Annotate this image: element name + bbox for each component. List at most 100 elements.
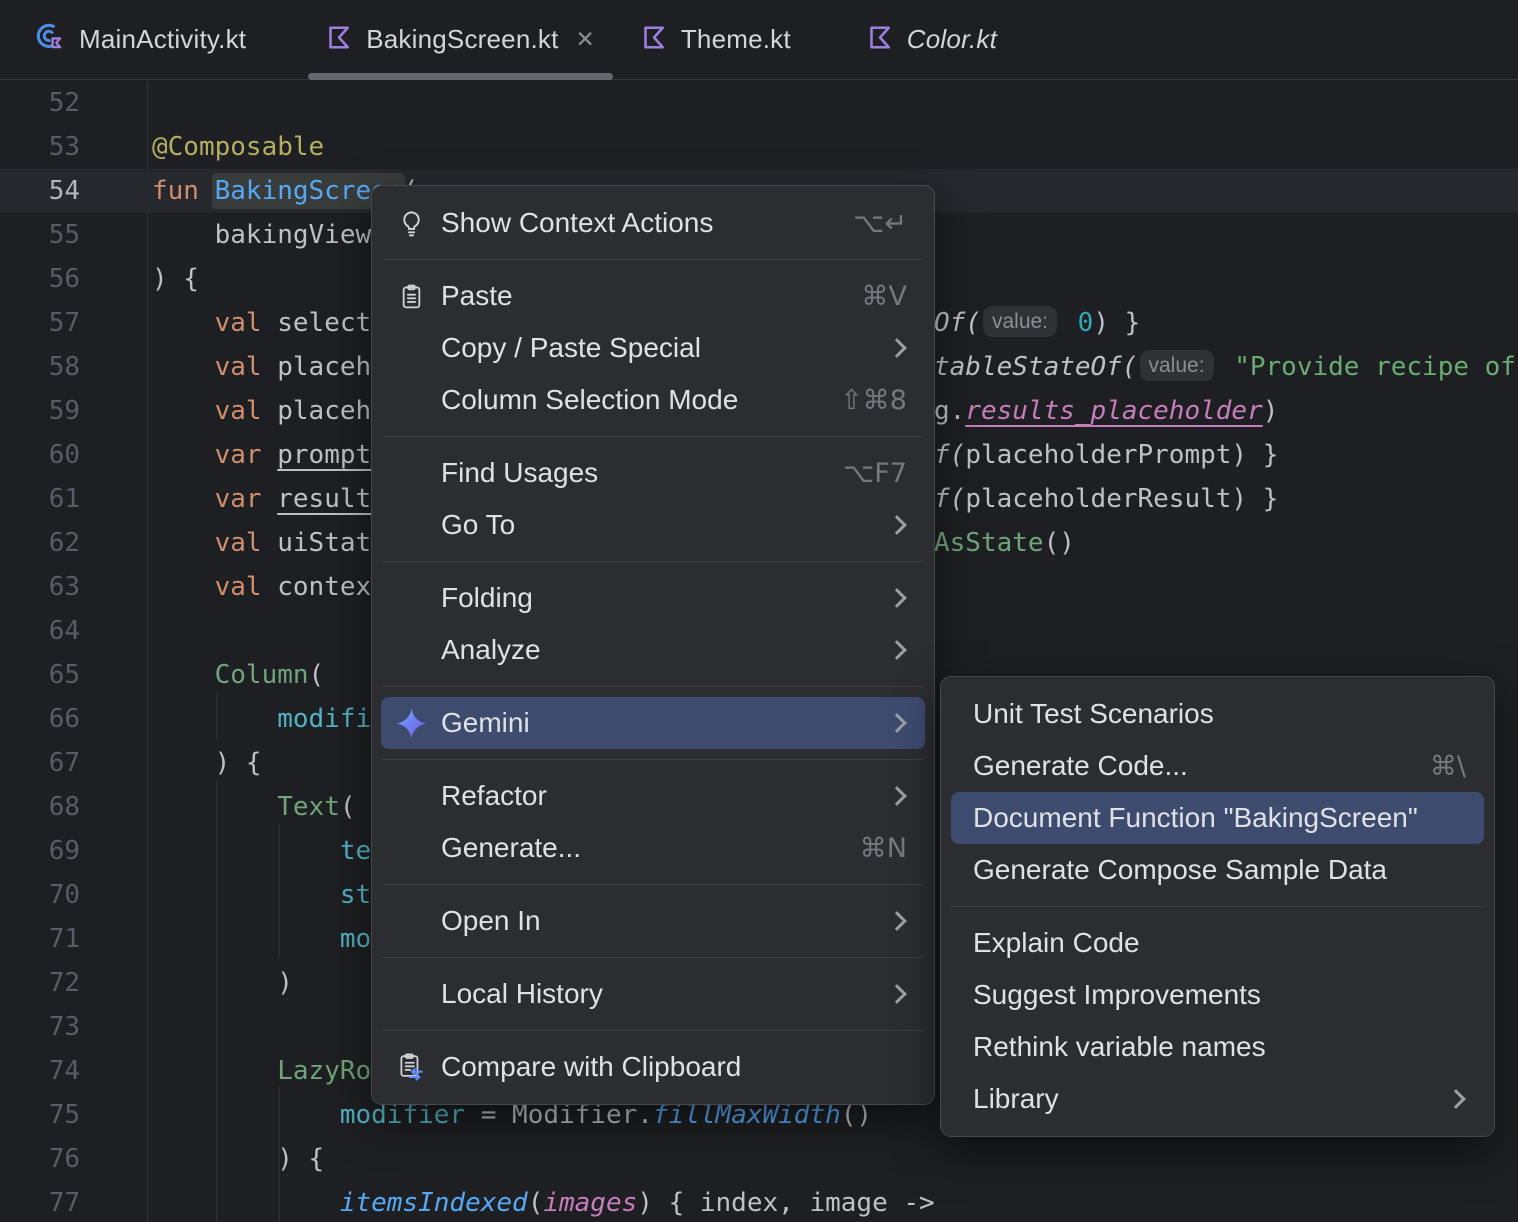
menu-item-open-in[interactable]: Open In xyxy=(381,895,925,947)
code-text[interactable]: val uiStat xyxy=(152,521,372,565)
tab-bakingscreen-kt[interactable]: BakingScreen.kt ✕ xyxy=(306,0,615,80)
menu-item-library[interactable]: Library xyxy=(951,1073,1484,1125)
code-fragment[interactable]: f(placeholderPrompt) } xyxy=(934,433,1278,477)
code-token: f( xyxy=(934,440,966,470)
tab-label: BakingScreen.kt xyxy=(366,24,559,54)
code-fragment[interactable]: AsState() xyxy=(934,521,1075,565)
menu-item-go-to[interactable]: Go To xyxy=(381,499,925,551)
code-text[interactable]: var result xyxy=(152,477,372,521)
menu-item-label: Paste xyxy=(441,280,513,311)
code-fragment[interactable]: g.results_placeholder) xyxy=(934,389,1278,433)
line-number: 63 xyxy=(48,572,80,602)
menu-item-refactor[interactable]: Refactor xyxy=(381,770,925,822)
tab-color-kt[interactable]: Color.kt xyxy=(847,0,1017,79)
menu-item-label: Find Usages xyxy=(441,457,599,488)
code-text[interactable]: val placeh xyxy=(152,345,372,389)
code-fragment[interactable]: tableStateOf(value: "Provide recipe of xyxy=(934,345,1516,389)
code-text[interactable]: bakingView xyxy=(152,213,372,257)
menu-item-find-usages[interactable]: Find Usages ⌥F7 xyxy=(381,447,925,499)
menu-item-show-context-actions[interactable]: Show Context Actions ⌥↵ xyxy=(381,197,925,249)
lightbulb-icon xyxy=(381,208,441,239)
menu-item-unit-test-scenarios[interactable]: Unit Test Scenarios xyxy=(951,688,1484,740)
code-text[interactable]: Text( xyxy=(152,785,355,829)
menu-item-label: Copy / Paste Special xyxy=(441,332,701,363)
code-text[interactable]: te xyxy=(152,829,371,873)
menu-item-paste[interactable]: Paste ⌘V xyxy=(381,270,925,322)
code-text[interactable]: ) { xyxy=(152,741,262,785)
menu-item-generate-code[interactable]: Generate Code... ⌘\ xyxy=(951,740,1484,792)
menu-item-analyze[interactable]: Analyze xyxy=(381,624,925,676)
line-number: 75 xyxy=(48,1100,80,1130)
menu-item-document-function-bakingscreen[interactable]: Document Function "BakingScreen" xyxy=(951,792,1484,844)
submenu-arrow-icon xyxy=(887,588,907,608)
code-token: g. xyxy=(934,396,966,426)
menu-separator xyxy=(382,436,924,437)
code-text[interactable]: @Composable xyxy=(152,125,324,169)
line-number: 65 xyxy=(48,660,80,690)
menu-item-generate[interactable]: Generate... ⌘N xyxy=(381,822,925,874)
code-text[interactable]: val placeh xyxy=(152,389,372,433)
code-fragment[interactable]: Of(value: 0) } xyxy=(934,301,1140,345)
tab-mainactivity-kt[interactable]: MainActivity.kt xyxy=(14,0,266,79)
code-token: ) { xyxy=(152,748,262,778)
code-line[interactable]: 76 ) { xyxy=(0,1137,1518,1181)
menu-item-suggest-improvements[interactable]: Suggest Improvements xyxy=(951,969,1484,1021)
code-text[interactable]: LazyRo xyxy=(152,1049,371,1093)
menu-item-generate-compose-sample-data[interactable]: Generate Compose Sample Data xyxy=(951,844,1484,896)
line-number: 54 xyxy=(48,176,80,206)
code-text[interactable]: st xyxy=(152,873,371,917)
line-number: 57 xyxy=(48,308,80,338)
editor-tab-bar: MainActivity.kt BakingScreen.kt ✕ Theme.kt C… xyxy=(0,0,1518,80)
menu-item-label: Library xyxy=(973,1083,1059,1114)
code-token: placeh xyxy=(277,352,372,382)
menu-shortcut: ⇧⌘8 xyxy=(840,384,907,416)
menu-shortcut: ⌘\ xyxy=(1429,750,1466,782)
code-text[interactable]: itemsIndexed(images) { index, image -> xyxy=(152,1181,935,1222)
menu-item-explain-code[interactable]: Explain Code xyxy=(951,917,1484,969)
code-token: modifi xyxy=(277,704,372,734)
compare-clipboard-icon xyxy=(381,1052,441,1083)
code-text[interactable]: Column( xyxy=(152,653,325,697)
tab-theme-kt[interactable]: Theme.kt xyxy=(621,0,811,79)
code-line[interactable]: 77 itemsIndexed(images) { index, image -… xyxy=(0,1181,1518,1222)
code-text[interactable]: ) xyxy=(152,961,293,1005)
code-token: result xyxy=(277,484,372,514)
code-text[interactable]: val select xyxy=(152,301,372,345)
code-line[interactable]: 53 @Composable xyxy=(0,125,1518,169)
menu-item-column-selection-mode[interactable]: Column Selection Mode ⇧⌘8 xyxy=(381,374,925,426)
code-token: contex xyxy=(277,572,372,602)
code-fragment[interactable]: f(placeholderResult) } xyxy=(934,477,1278,521)
menu-separator xyxy=(382,259,924,260)
gemini-icon xyxy=(381,706,441,741)
code-line[interactable]: 52 xyxy=(0,81,1518,125)
code-text[interactable]: ) { xyxy=(152,1137,324,1181)
line-number: 66 xyxy=(48,704,80,734)
code-text[interactable]: var prompt xyxy=(152,433,372,477)
line-number: 69 xyxy=(48,836,80,866)
menu-item-label: Document Function "BakingScreen" xyxy=(973,802,1418,833)
menu-item-rethink-variable-names[interactable]: Rethink variable names xyxy=(951,1021,1484,1073)
code-text[interactable]: val contex xyxy=(152,565,372,609)
code-token: fun xyxy=(152,176,215,206)
code-text[interactable]: mo xyxy=(152,917,371,961)
menu-item-compare-with-clipboard[interactable]: Compare with Clipboard xyxy=(381,1041,925,1093)
menu-item-folding[interactable]: Folding xyxy=(381,572,925,624)
code-text[interactable]: modifi xyxy=(152,697,371,741)
menu-item-copy-paste-special[interactable]: Copy / Paste Special xyxy=(381,322,925,374)
menu-separator xyxy=(951,906,1484,907)
menu-item-label: Rethink variable names xyxy=(973,1031,1266,1062)
menu-item-gemini[interactable]: Gemini xyxy=(381,697,925,749)
close-icon[interactable]: ✕ xyxy=(576,26,595,53)
menu-item-local-history[interactable]: Local History xyxy=(381,968,925,1020)
line-number: 58 xyxy=(48,352,80,382)
menu-item-label: Generate Code... xyxy=(973,750,1188,781)
menu-item-label: Unit Test Scenarios xyxy=(973,698,1214,729)
code-text[interactable]: ) { xyxy=(152,257,199,301)
